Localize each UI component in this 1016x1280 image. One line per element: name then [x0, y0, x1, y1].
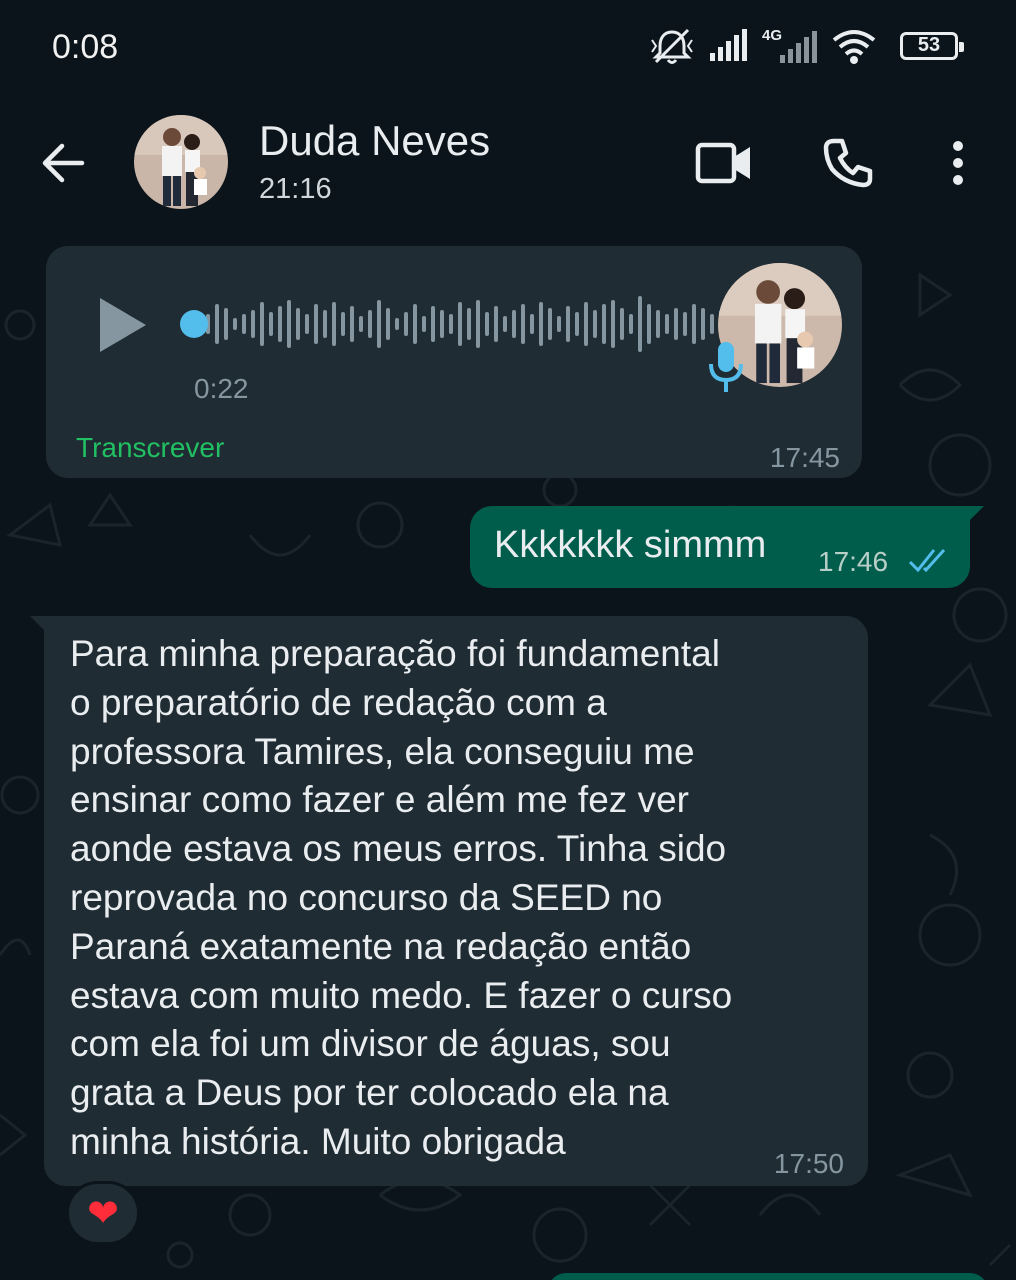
chat-header: Duda Neves 21:16: [0, 95, 1016, 235]
network-type-label: 4G: [762, 27, 782, 44]
back-arrow-icon[interactable]: [36, 135, 92, 191]
status-icons: 4G: [650, 26, 876, 66]
play-icon[interactable]: [94, 294, 150, 356]
contact-avatar[interactable]: [134, 115, 228, 209]
mute-icon: [651, 28, 693, 64]
message-text: Kkkkkkk simmm: [494, 524, 767, 566]
waveform-bars: [206, 296, 723, 352]
battery-level: 53: [917, 34, 941, 56]
more-vert-icon: [953, 141, 963, 185]
playback-position-dot: [180, 310, 208, 338]
video-call-button[interactable]: [694, 133, 754, 193]
phone-icon: [823, 138, 873, 188]
voice-duration: 0:22: [194, 373, 249, 404]
avatar-photo: [134, 115, 228, 209]
incoming-message-bubble[interactable]: Para minha preparação foi fundamental o …: [30, 616, 868, 1186]
partial-message-bubble: [548, 1273, 988, 1280]
reaction-badge[interactable]: ❤: [66, 1181, 140, 1245]
more-options-button[interactable]: [928, 133, 988, 193]
wifi-icon: [832, 30, 876, 64]
message-time: 17:45: [769, 442, 840, 473]
outgoing-message-bubble[interactable]: Kkkkkkk simmm 17:46: [470, 506, 984, 588]
contact-name[interactable]: Duda Neves: [259, 117, 490, 165]
transcribe-button[interactable]: Transcrever: [76, 432, 224, 464]
mic-icon: [709, 342, 743, 392]
chat-area[interactable]: 0:22 Transcrever 17:45 Kkkkkkk simmm 17:…: [0, 235, 1016, 1280]
voice-call-button[interactable]: [818, 133, 878, 193]
status-bar: 0:08 4G 53: [0, 0, 1016, 95]
signal-icon: [710, 29, 747, 61]
voice-message-bubble[interactable]: 0:22 Transcrever 17:45: [46, 246, 862, 478]
signal-4g-icon: 4G: [762, 27, 817, 63]
message-text: Para minha preparação foi fundamental o …: [70, 633, 733, 1162]
read-receipt-icon: [908, 548, 946, 573]
battery-icon: 53: [900, 32, 964, 60]
message-time: 17:46: [818, 546, 889, 577]
heart-icon: ❤: [87, 1191, 119, 1235]
last-seen: 21:16: [259, 173, 332, 205]
audio-waveform[interactable]: [178, 292, 738, 356]
message-time: 17:50: [773, 1148, 844, 1179]
status-time: 0:08: [52, 28, 119, 66]
video-call-icon: [695, 142, 750, 184]
